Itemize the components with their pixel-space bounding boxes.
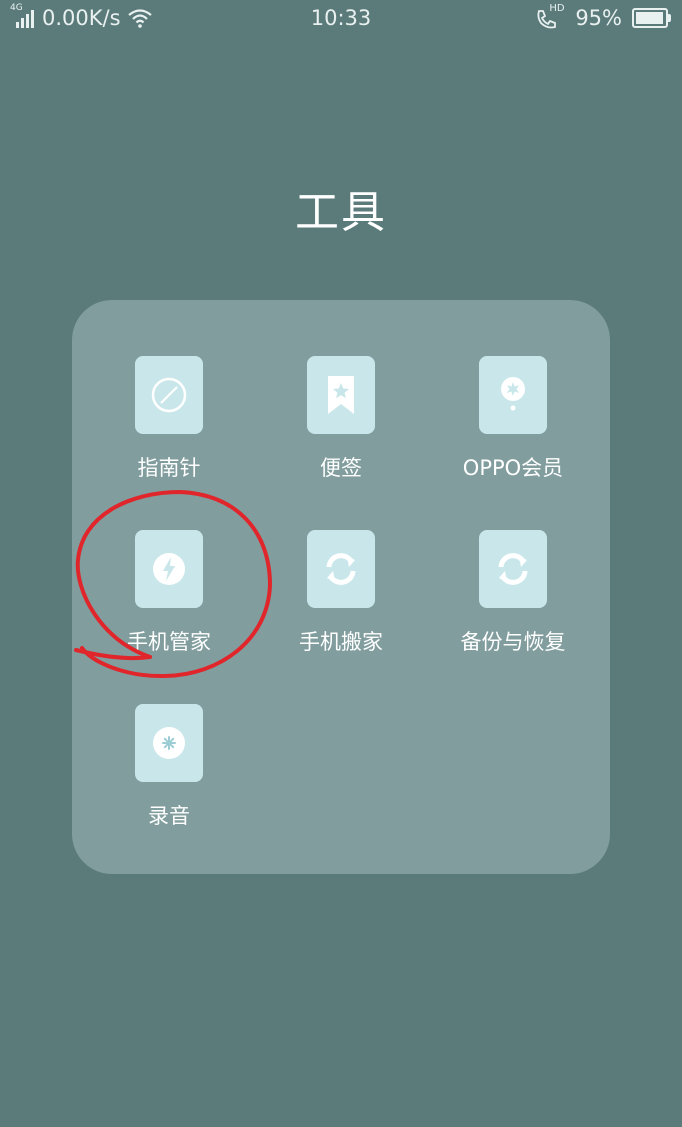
app-tile[interactable]	[135, 356, 203, 434]
app-compass[interactable]: 指南针	[83, 356, 255, 482]
app-backup-restore[interactable]: 备份与恢复	[427, 530, 599, 656]
folder-panel: 指南针 便签 OPPO会员 手机管家 手机搬家 备份与恢复 录音	[72, 300, 610, 874]
battery-percent: 95%	[575, 6, 622, 30]
app-tile[interactable]	[479, 530, 547, 608]
app-oppo-member[interactable]: OPPO会员	[427, 356, 599, 482]
app-tile[interactable]	[135, 704, 203, 782]
app-tile[interactable]	[307, 530, 375, 608]
phone-manager-icon	[153, 553, 185, 585]
app-phone-manager[interactable]: 手机管家	[83, 530, 255, 656]
app-tile[interactable]	[135, 530, 203, 608]
app-label: 指南针	[137, 456, 201, 480]
status-bar: 4G 0.00K/s 10:33 HD 95%	[0, 0, 682, 38]
app-notes[interactable]: 便签	[255, 356, 427, 482]
app-tile[interactable]	[479, 356, 547, 434]
app-label: 手机管家	[127, 630, 211, 654]
sync-arrows-icon	[498, 553, 528, 585]
app-phone-clone[interactable]: 手机搬家	[255, 530, 427, 656]
app-label: 备份与恢复	[460, 630, 566, 654]
recorder-icon	[153, 727, 185, 759]
compass-icon	[151, 377, 187, 413]
app-label: 手机搬家	[299, 630, 383, 654]
bookmark-star-icon	[328, 376, 354, 414]
app-label: 便签	[320, 456, 362, 480]
app-label: OPPO会员	[462, 456, 564, 480]
status-right: HD 95%	[535, 3, 671, 30]
battery-icon	[632, 8, 671, 28]
hd-badge: HD	[549, 3, 565, 14]
hd-call-icon: HD	[535, 3, 565, 29]
app-label: 录音	[148, 804, 190, 828]
sync-arrows-icon	[326, 553, 356, 585]
folder-title[interactable]: 工具	[0, 176, 682, 240]
app-recorder[interactable]: 录音	[83, 704, 255, 830]
member-badge-icon	[501, 377, 525, 411]
app-tile[interactable]	[307, 356, 375, 434]
